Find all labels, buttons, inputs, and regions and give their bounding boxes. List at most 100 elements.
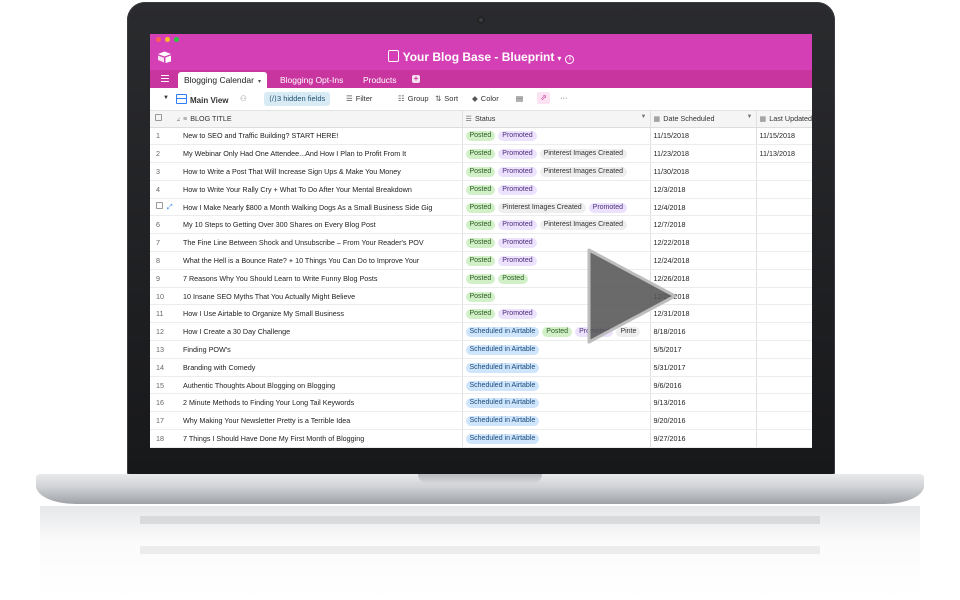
last-updated-cell[interactable] <box>756 429 812 448</box>
row-number[interactable]: 12 <box>150 322 180 342</box>
row-number[interactable]: 6 <box>150 215 180 235</box>
date-scheduled-cell[interactable]: 11/23/2018 <box>650 144 757 164</box>
table-row[interactable]: 14 Branding with Comedy Scheduled in Airta… <box>150 358 812 377</box>
last-updated-cell[interactable] <box>756 340 812 359</box>
table-row[interactable]: 8 What the Hell is a Bounce Rate? + 10 Th… <box>150 251 812 270</box>
date-scheduled-cell[interactable]: 9/20/2016 <box>650 411 757 431</box>
tab-blogging-calendar[interactable]: Blogging Calendar ▾ <box>178 72 267 88</box>
header-date-scheduled[interactable]: ▦ Date Scheduled ▼ <box>650 111 757 128</box>
last-updated-cell[interactable]: 11/13/2018 <box>756 144 812 164</box>
last-updated-cell[interactable] <box>756 269 812 288</box>
header-status[interactable]: ☰ Status ▼ <box>462 111 651 128</box>
last-updated-cell[interactable] <box>756 304 812 324</box>
view-switcher[interactable]: Main View <box>176 94 229 105</box>
table-row[interactable]: 97 Reasons Why You Should Learn to Write… <box>150 269 812 288</box>
blog-title-cell[interactable]: Why Making Your Newsletter Pretty is a T… <box>180 411 463 431</box>
blog-title-cell[interactable]: How to Write Your Rally Cry + What To Do… <box>180 180 463 199</box>
date-scheduled-cell[interactable]: 9/13/2016 <box>650 393 757 413</box>
status-cell[interactable]: Posted Promoted Pinterest Images Created <box>462 215 651 235</box>
blog-title-cell[interactable]: How I Use Airtable to Organize My Small … <box>180 304 463 324</box>
last-updated-cell[interactable] <box>756 287 812 306</box>
chevron-down-icon[interactable]: ▾ <box>258 79 261 85</box>
status-cell[interactable]: Scheduled in Airtable <box>462 429 651 448</box>
row-number[interactable]: 11 <box>150 304 180 324</box>
last-updated-cell[interactable] <box>756 180 812 199</box>
date-scheduled-cell[interactable]: 11/30/2018 <box>650 162 757 181</box>
status-cell[interactable]: Posted Promoted <box>462 180 651 199</box>
header-blog-title[interactable]: ≡ BLOG TITLE <box>180 111 463 128</box>
row-number[interactable]: 4 <box>150 180 180 199</box>
add-table-icon[interactable]: + <box>412 75 420 83</box>
last-updated-cell[interactable] <box>756 251 812 270</box>
blog-title-cell[interactable]: New to SEO and Traffic Building? START H… <box>180 127 463 146</box>
views-toggle-icon[interactable]: ▼ <box>163 95 169 101</box>
row-number[interactable]: 13 <box>150 340 180 359</box>
group-button[interactable]: ☷ Group <box>398 94 429 103</box>
blog-title-cell[interactable]: How to Write a Post That Will Increase S… <box>180 162 463 181</box>
hidden-fields-button[interactable]: ⟨/⟩3 hidden fields <box>264 92 331 106</box>
play-icon[interactable] <box>587 248 679 344</box>
blog-title-cell[interactable]: The Fine Line Between Shock and Unsubscr… <box>180 233 463 253</box>
table-row[interactable]: 1 New to SEO and Traffic Building? START … <box>150 127 812 146</box>
table-row[interactable]: 15 Authentic Thoughts About Blogging on B… <box>150 376 812 395</box>
row-checkbox[interactable] <box>156 202 163 210</box>
row-number[interactable]: 17 <box>150 411 180 431</box>
base-title[interactable]: Your Blog Base - Blueprint ▾ i <box>150 50 812 64</box>
table-row[interactable]: 17 Why Making Your Newsletter Pretty is a… <box>150 411 812 431</box>
blog-title-cell[interactable]: My Webinar Only Had One Attendee...And H… <box>180 144 463 164</box>
collaborators-icon[interactable]: ⚇ <box>240 94 247 103</box>
sort-button[interactable]: ⇅ Sort <box>435 94 458 103</box>
status-cell[interactable]: Scheduled in Airtable <box>462 376 651 395</box>
table-row[interactable]: ⤢ How I Make Nearly $800 a Month Walking … <box>150 198 812 217</box>
row-number[interactable]: 9 <box>150 269 180 288</box>
color-button[interactable]: ◆ Color <box>472 94 499 103</box>
row-number[interactable]: 10 <box>150 287 180 306</box>
date-scheduled-cell[interactable]: 12/3/2018 <box>650 180 757 199</box>
row-number[interactable]: 1 <box>150 127 180 146</box>
blog-title-cell[interactable]: How I Create a 30 Day Challenge <box>180 322 463 342</box>
row-number[interactable]: 2 <box>150 144 180 164</box>
table-row[interactable]: 2 My Webinar Only Had One Attendee...And … <box>150 144 812 164</box>
status-cell[interactable]: Scheduled in Airtable <box>462 411 651 431</box>
row-height-icon[interactable]: ▤ <box>516 94 523 103</box>
table-row[interactable]: 13 Finding POW's Scheduled in Airtable 5/5/… <box>150 340 812 359</box>
table-row[interactable]: 12 How I Create a 30 Day Challenge Schedul… <box>150 322 812 342</box>
last-updated-cell[interactable] <box>756 393 812 413</box>
date-scheduled-cell[interactable]: 11/15/2018 <box>650 127 757 146</box>
header-last-updated[interactable]: ▦ Last Updated <box>756 111 812 128</box>
blog-title-cell[interactable]: How I Make Nearly $800 a Month Walking D… <box>180 198 463 217</box>
blog-title-cell[interactable]: Branding with Comedy <box>180 358 463 377</box>
table-row[interactable]: 3 How to Write a Post That Will Increase … <box>150 162 812 181</box>
blog-title-cell[interactable]: My 10 Steps to Getting Over 300 Shares o… <box>180 215 463 235</box>
maximize-window-dot[interactable] <box>174 37 179 42</box>
row-number[interactable]: 7 <box>150 233 180 253</box>
blog-title-cell[interactable]: 7 Things I Should Have Done My First Mon… <box>180 429 463 448</box>
table-row[interactable]: 7 The Fine Line Between Shock and Unsubsc… <box>150 233 812 253</box>
more-options-button[interactable]: ··· <box>560 93 568 102</box>
date-scheduled-cell[interactable]: 12/7/2018 <box>650 215 757 235</box>
date-scheduled-cell[interactable]: 9/6/2016 <box>650 376 757 395</box>
last-updated-cell[interactable] <box>756 198 812 217</box>
row-number[interactable]: 15 <box>150 376 180 395</box>
select-all-checkbox[interactable] <box>155 114 162 122</box>
status-cell[interactable]: Posted Promoted Pinterest Images Created <box>462 144 651 164</box>
last-updated-cell[interactable]: 11/15/2018 <box>756 127 812 146</box>
blog-title-cell[interactable]: Finding POW's <box>180 340 463 359</box>
chevron-down-icon[interactable]: ▼ <box>641 114 647 120</box>
minimize-window-dot[interactable] <box>165 37 170 42</box>
row-number[interactable]: ⤢ <box>150 198 180 217</box>
last-updated-cell[interactable] <box>756 358 812 377</box>
tab-products[interactable]: Products <box>357 72 403 88</box>
last-updated-cell[interactable] <box>756 322 812 342</box>
blog-title-cell[interactable]: What the Hell is a Bounce Rate? + 10 Thi… <box>180 251 463 270</box>
tab-blogging-opt-ins[interactable]: Blogging Opt-Ins <box>274 72 349 88</box>
blog-title-cell[interactable]: 2 Minute Methods to Finding Your Long Ta… <box>180 393 463 413</box>
table-row[interactable]: 4 How to Write Your Rally Cry + What To D… <box>150 180 812 199</box>
status-cell[interactable]: Posted Pinterest Images Created Promoted <box>462 198 651 217</box>
row-number[interactable]: 3 <box>150 162 180 181</box>
row-number[interactable]: 14 <box>150 358 180 377</box>
row-number[interactable]: 8 <box>150 251 180 270</box>
last-updated-cell[interactable] <box>756 376 812 395</box>
share-view-icon[interactable]: ⇗ <box>537 92 550 104</box>
blog-title-cell[interactable]: 10 Insane SEO Myths That You Actually Mi… <box>180 287 463 306</box>
